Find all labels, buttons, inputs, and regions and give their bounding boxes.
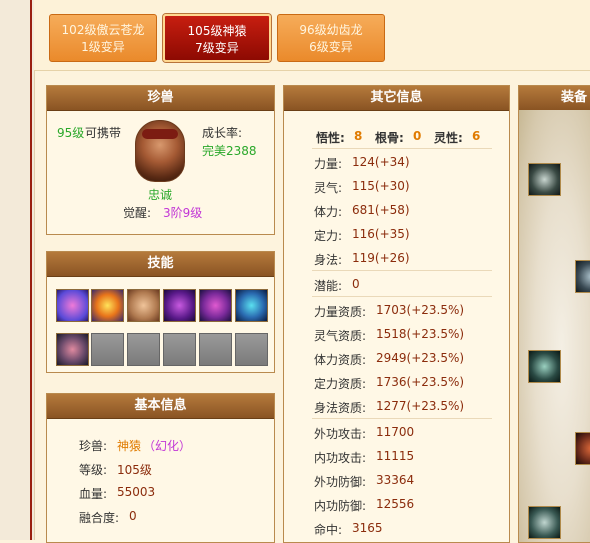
aptitude-label: 身法资质: (314, 401, 367, 415)
aptitude-value: 1518(+23.5%) (376, 327, 465, 341)
empty-skill-slot[interactable] (127, 333, 160, 366)
tab-pet-1[interactable]: 102级傲云苍龙 1级变异 (49, 14, 157, 62)
aptitude-value: 2949(+23.5%) (376, 351, 465, 365)
wuxing-label: 悟性: (316, 131, 345, 145)
skill-1-icon[interactable] (56, 289, 89, 322)
pet-panel-title: 珍兽 (47, 86, 274, 111)
equipment-slot[interactable] (575, 260, 590, 293)
gengu-value: 0 (413, 129, 422, 143)
pet-variant: （幻化） (143, 439, 192, 453)
divider (312, 148, 492, 149)
growth-value: 完美2388 (202, 144, 257, 158)
attr-label: 体力: (314, 205, 343, 219)
equipment-slot[interactable] (528, 163, 561, 196)
divider (312, 418, 492, 419)
carry-label: 可携带 (85, 126, 122, 140)
attr-value: 119(+26) (352, 251, 410, 265)
potential-label: 潜能: (314, 279, 343, 293)
attr-value: 116(+35) (352, 227, 410, 241)
tab-pet-3-name: 96级幼齿龙 (299, 23, 363, 37)
skill-2-icon[interactable] (91, 289, 124, 322)
awaken-value: 3阶9级 (163, 206, 203, 220)
pet-tab-bar: 102级傲云苍龙 1级变异 105级神猿 7级变异 96级幼齿龙 6级变异 (34, 0, 590, 71)
pet-name-label: 珍兽: (79, 439, 108, 453)
basic-info-title: 基本信息 (47, 394, 274, 419)
attr-value: 115(+30) (352, 179, 410, 193)
aptitude-label: 定力资质: (314, 377, 367, 391)
growth-label: 成长率: (202, 126, 243, 140)
aptitude-value: 1736(+23.5%) (376, 375, 465, 389)
attr-label: 身法: (314, 253, 343, 267)
pet-avatar[interactable] (135, 120, 185, 182)
skill-3-icon[interactable] (127, 289, 160, 322)
pet-temper: 忠诚 (148, 188, 173, 202)
gengu-label: 根骨: (375, 131, 404, 145)
tab-pet-2-mutation: 7级变异 (195, 41, 239, 55)
pet-level: 95级 (57, 126, 85, 140)
hp-label: 血量: (79, 487, 108, 501)
combat-label: 内功防御: (314, 499, 367, 513)
tab-pet-2-name: 105级神猿 (187, 24, 247, 38)
tab-pet-3[interactable]: 96级幼齿龙 6级变异 (277, 14, 385, 62)
fusion-label: 融合度: (79, 511, 120, 525)
lingxing-value: 6 (472, 129, 481, 143)
attr-label: 力量: (314, 157, 343, 171)
attr-value: 681(+58) (352, 203, 410, 217)
equipment-panel: 装备 (518, 85, 590, 543)
hp-value: 55003 (117, 485, 156, 499)
left-border (0, 0, 35, 540)
combat-value: 12556 (376, 497, 415, 511)
attr-value: 124(+34) (352, 155, 410, 169)
combat-label: 命中: (314, 523, 343, 537)
awaken-label: 觉醒: (123, 206, 152, 220)
tab-pet-1-name: 102级傲云苍龙 (61, 23, 145, 37)
skills-panel: 技能 (46, 251, 275, 373)
divider (312, 270, 492, 271)
attr-label: 灵气: (314, 181, 343, 195)
divider (312, 296, 492, 297)
potential-value: 0 (352, 277, 360, 291)
combat-value: 11700 (376, 425, 415, 439)
equipment-slot[interactable] (575, 432, 590, 465)
other-info-panel: 其它信息 悟性: 8 根骨: 0 灵性: 6 力量: 124(+34) 灵气: … (283, 85, 510, 543)
aptitude-label: 体力资质: (314, 353, 367, 367)
page: 102级傲云苍龙 1级变异 105级神猿 7级变异 96级幼齿龙 6级变异 珍兽… (0, 0, 590, 543)
equipment-slot[interactable] (528, 350, 561, 383)
pet-panel: 珍兽 95级 可携带 成长率: 完美2388 忠诚 觉醒: 3阶9级 (46, 85, 275, 235)
combat-value: 3165 (352, 521, 383, 535)
empty-skill-slot[interactable] (199, 333, 232, 366)
empty-skill-slot[interactable] (91, 333, 124, 366)
aptitude-value: 1703(+23.5%) (376, 303, 465, 317)
equipment-title: 装备 (519, 86, 590, 111)
aptitude-label: 灵气资质: (314, 329, 367, 343)
tab-pet-2[interactable]: 105级神猿 7级变异 (163, 14, 271, 62)
aptitude-value: 1277(+23.5%) (376, 399, 465, 413)
empty-skill-slot[interactable] (163, 333, 196, 366)
attr-label: 定力: (314, 229, 343, 243)
tab-pet-3-mutation: 6级变异 (309, 40, 353, 54)
pet-name-value: 神猿 (117, 439, 142, 453)
fusion-value: 0 (129, 509, 137, 523)
tab-pet-1-mutation: 1级变异 (81, 40, 125, 54)
skill-4-icon[interactable] (163, 289, 196, 322)
other-info-title: 其它信息 (284, 86, 509, 111)
combat-label: 外功防御: (314, 475, 367, 489)
lingxing-label: 灵性: (434, 131, 463, 145)
level-value: 105级 (117, 463, 152, 477)
basic-info-panel: 基本信息 珍兽: 神猿 （幻化） 等级: 105级 血量: 55003 融合度:… (46, 393, 275, 543)
combat-label: 内功攻击: (314, 451, 367, 465)
level-label: 等级: (79, 463, 108, 477)
aptitude-label: 力量资质: (314, 305, 367, 319)
equipment-slot[interactable] (528, 506, 561, 539)
combat-value: 33364 (376, 473, 415, 487)
wuxing-value: 8 (354, 129, 363, 143)
skills-panel-title: 技能 (47, 252, 274, 277)
skill-7-icon[interactable] (56, 333, 89, 366)
skill-6-icon[interactable] (235, 289, 268, 322)
skill-5-icon[interactable] (199, 289, 232, 322)
combat-value: 11115 (376, 449, 415, 463)
combat-label: 外功攻击: (314, 427, 367, 441)
empty-skill-slot[interactable] (235, 333, 268, 366)
